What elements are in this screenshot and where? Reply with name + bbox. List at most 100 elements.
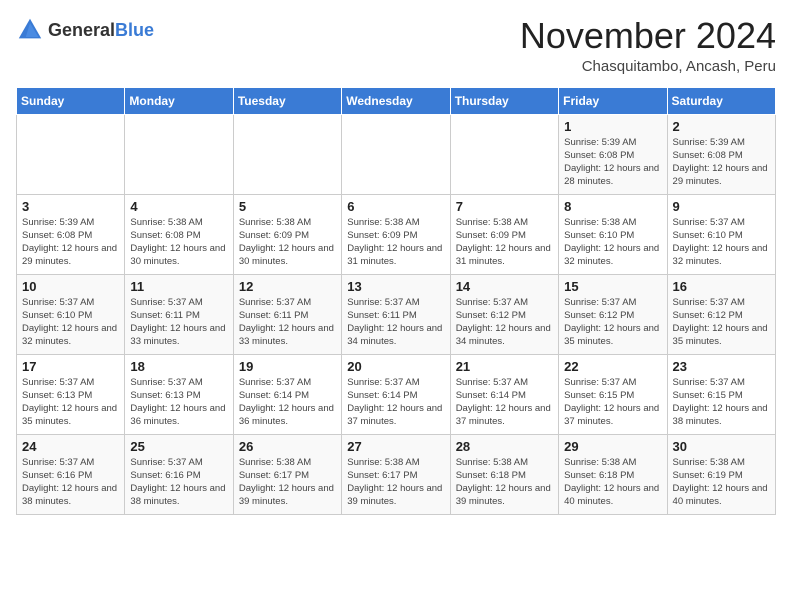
day-cell: 22Sunrise: 5:37 AM Sunset: 6:15 PM Dayli… [559,354,667,434]
day-number: 23 [673,359,770,374]
day-number: 29 [564,439,661,454]
day-info: Sunrise: 5:38 AM Sunset: 6:18 PM Dayligh… [456,456,553,509]
day-info: Sunrise: 5:38 AM Sunset: 6:09 PM Dayligh… [347,216,444,269]
month-title: November 2024 [520,16,776,56]
day-cell: 18 Sunrise: 5:37 AM Sunset: 6:13 PM Dayli… [125,354,233,434]
day-cell: 10 Sunrise: 5:37 AM Sunset: 6:10 PM Dayli… [17,274,125,354]
calendar-table: SundayMondayTuesdayWednesdayThursdayFrid… [16,87,776,515]
header-monday: Monday [125,87,233,114]
day-info: Sunrise: 5:38 AM Sunset: 6:17 PM Dayligh… [347,456,444,509]
day-number: 4 [130,199,227,214]
day-cell: 15Sunrise: 5:37 AM Sunset: 6:12 PM Dayli… [559,274,667,354]
day-number: 3 [22,199,119,214]
page-header: GeneralBlue November 2024 Chasquitambo, … [16,16,776,75]
day-cell: 6 Sunrise: 5:38 AM Sunset: 6:09 PM Daylig… [342,194,450,274]
header-tuesday: Tuesday [233,87,341,114]
day-info: Sunrise: 5:38 AM Sunset: 6:18 PM Dayligh… [564,456,661,509]
day-number: 9 [673,199,770,214]
day-cell: 27Sunrise: 5:38 AM Sunset: 6:17 PM Dayli… [342,434,450,514]
day-number: 12 [239,279,336,294]
day-number: 30 [673,439,770,454]
day-info: Sunrise: 5:38 AM Sunset: 6:19 PM Dayligh… [673,456,770,509]
day-info: Sunrise: 5:37 AM Sunset: 6:11 PM Dayligh… [130,296,227,349]
header-row: SundayMondayTuesdayWednesdayThursdayFrid… [17,87,776,114]
day-number: 6 [347,199,444,214]
header-friday: Friday [559,87,667,114]
day-cell: 9 Sunrise: 5:37 AM Sunset: 6:10 PM Daylig… [667,194,775,274]
day-info: Sunrise: 5:38 AM Sunset: 6:09 PM Dayligh… [456,216,553,269]
day-info: Sunrise: 5:37 AM Sunset: 6:10 PM Dayligh… [673,216,770,269]
day-cell: 25 Sunrise: 5:37 AM Sunset: 6:16 PM Dayli… [125,434,233,514]
day-cell [342,114,450,194]
day-info: Sunrise: 5:37 AM Sunset: 6:12 PM Dayligh… [456,296,553,349]
day-number: 8 [564,199,661,214]
day-cell: 3Sunrise: 5:39 AM Sunset: 6:08 PM Daylig… [17,194,125,274]
day-cell: 12 Sunrise: 5:37 AM Sunset: 6:11 PM Dayli… [233,274,341,354]
header-saturday: Saturday [667,87,775,114]
day-number: 17 [22,359,119,374]
day-info: Sunrise: 5:37 AM Sunset: 6:15 PM Dayligh… [673,376,770,429]
day-info: Sunrise: 5:38 AM Sunset: 6:10 PM Dayligh… [564,216,661,269]
day-number: 28 [456,439,553,454]
day-number: 16 [673,279,770,294]
day-cell: 30 Sunrise: 5:38 AM Sunset: 6:19 PM Dayli… [667,434,775,514]
day-number: 10 [22,279,119,294]
day-info: Sunrise: 5:37 AM Sunset: 6:10 PM Dayligh… [22,296,119,349]
header-wednesday: Wednesday [342,87,450,114]
day-number: 18 [130,359,227,374]
location-subtitle: Chasquitambo, Ancash, Peru [520,58,776,75]
day-cell: 2 Sunrise: 5:39 AM Sunset: 6:08 PM Daylig… [667,114,775,194]
day-info: Sunrise: 5:37 AM Sunset: 6:12 PM Dayligh… [673,296,770,349]
day-number: 25 [130,439,227,454]
day-number: 7 [456,199,553,214]
day-info: Sunrise: 5:38 AM Sunset: 6:08 PM Dayligh… [130,216,227,269]
day-number: 19 [239,359,336,374]
day-cell: 24Sunrise: 5:37 AM Sunset: 6:16 PM Dayli… [17,434,125,514]
day-info: Sunrise: 5:38 AM Sunset: 6:09 PM Dayligh… [239,216,336,269]
header-thursday: Thursday [450,87,558,114]
day-cell: 14 Sunrise: 5:37 AM Sunset: 6:12 PM Dayli… [450,274,558,354]
day-cell: 4 Sunrise: 5:38 AM Sunset: 6:08 PM Daylig… [125,194,233,274]
day-info: Sunrise: 5:38 AM Sunset: 6:17 PM Dayligh… [239,456,336,509]
week-row-3: 10 Sunrise: 5:37 AM Sunset: 6:10 PM Dayli… [17,274,776,354]
logo-text-blue: Blue [115,20,154,40]
day-cell: 1Sunrise: 5:39 AM Sunset: 6:08 PM Daylig… [559,114,667,194]
week-row-5: 24 Sunrise: 5:37 AM Sunset: 6:16 PM Dayli… [17,434,776,514]
day-info: Sunrise: 5:39 AM Sunset: 6:08 PM Dayligh… [673,136,770,189]
day-cell: 8 Sunrise: 5:38 AM Sunset: 6:10 PM Daylig… [559,194,667,274]
day-info: Sunrise: 5:37 AM Sunset: 6:14 PM Dayligh… [456,376,553,429]
day-info: Sunrise: 5:37 AM Sunset: 6:11 PM Dayligh… [239,296,336,349]
day-cell: 28 Sunrise: 5:38 AM Sunset: 6:18 PM Dayli… [450,434,558,514]
day-cell: 29 Sunrise: 5:38 AM Sunset: 6:18 PM Dayli… [559,434,667,514]
day-number: 24 [22,439,119,454]
day-cell: 20 Sunrise: 5:37 AM Sunset: 6:14 PM Dayli… [342,354,450,434]
day-number: 20 [347,359,444,374]
day-number: 13 [347,279,444,294]
day-number: 2 [673,119,770,134]
day-cell: 13Sunrise: 5:37 AM Sunset: 6:11 PM Dayli… [342,274,450,354]
day-number: 21 [456,359,553,374]
day-info: Sunrise: 5:37 AM Sunset: 6:14 PM Dayligh… [239,376,336,429]
day-info: Sunrise: 5:37 AM Sunset: 6:14 PM Dayligh… [347,376,444,429]
title-block: November 2024 Chasquitambo, Ancash, Peru [520,16,776,75]
day-number: 5 [239,199,336,214]
header-sunday: Sunday [17,87,125,114]
day-number: 26 [239,439,336,454]
day-info: Sunrise: 5:39 AM Sunset: 6:08 PM Dayligh… [564,136,661,189]
day-info: Sunrise: 5:37 AM Sunset: 6:13 PM Dayligh… [130,376,227,429]
day-cell [233,114,341,194]
week-row-1: 1Sunrise: 5:39 AM Sunset: 6:08 PM Daylig… [17,114,776,194]
day-cell [17,114,125,194]
day-number: 14 [456,279,553,294]
day-cell: 11 Sunrise: 5:37 AM Sunset: 6:11 PM Dayli… [125,274,233,354]
day-cell [125,114,233,194]
day-info: Sunrise: 5:37 AM Sunset: 6:12 PM Dayligh… [564,296,661,349]
day-info: Sunrise: 5:37 AM Sunset: 6:16 PM Dayligh… [130,456,227,509]
day-cell: 26 Sunrise: 5:38 AM Sunset: 6:17 PM Dayli… [233,434,341,514]
day-number: 11 [130,279,227,294]
day-cell [450,114,558,194]
logo-text-general: General [48,20,115,40]
day-info: Sunrise: 5:37 AM Sunset: 6:15 PM Dayligh… [564,376,661,429]
day-cell: 7 Sunrise: 5:38 AM Sunset: 6:09 PM Daylig… [450,194,558,274]
week-row-4: 17 Sunrise: 5:37 AM Sunset: 6:13 PM Dayli… [17,354,776,434]
